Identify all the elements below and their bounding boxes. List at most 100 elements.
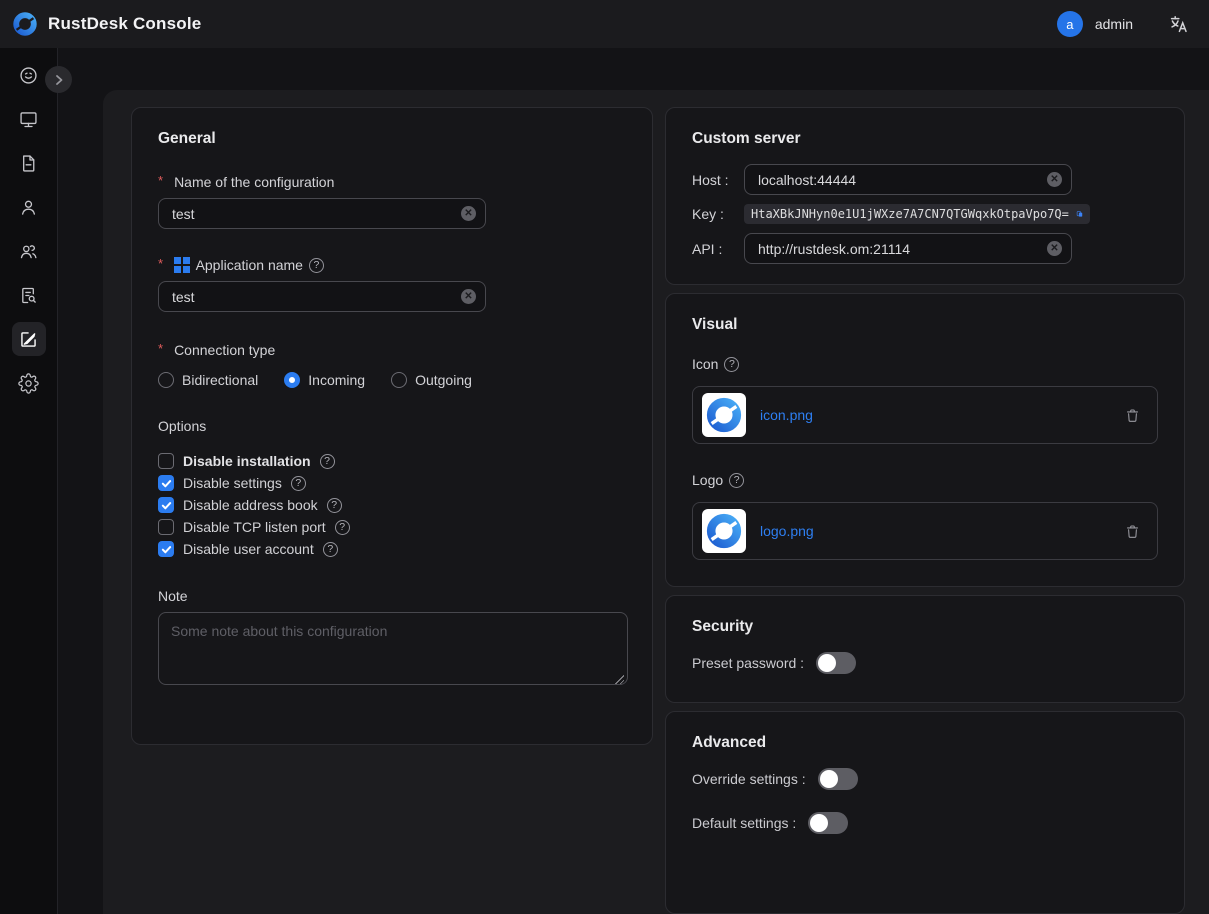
trash-icon bbox=[1124, 523, 1141, 540]
custom-server-title: Custom server bbox=[692, 130, 1158, 148]
avatar[interactable]: a bbox=[1057, 11, 1083, 37]
translate-icon bbox=[1169, 14, 1189, 34]
app-title: RustDesk Console bbox=[48, 14, 201, 34]
username[interactable]: admin bbox=[1095, 16, 1133, 32]
option-disable-tcp-listen-port[interactable]: Disable TCP listen port ? bbox=[158, 516, 626, 538]
checkbox-icon[interactable] bbox=[158, 541, 174, 557]
gear-icon bbox=[18, 373, 39, 394]
override-settings-label: Override settings : bbox=[692, 771, 806, 787]
help-icon[interactable]: ? bbox=[309, 258, 324, 273]
options-list: Disable installation ? Disable settings … bbox=[158, 450, 626, 560]
visual-title: Visual bbox=[692, 316, 1158, 334]
rustdesk-logo-icon bbox=[12, 11, 38, 37]
help-icon[interactable]: ? bbox=[327, 498, 342, 513]
language-switch-button[interactable] bbox=[1169, 14, 1189, 34]
top-bar: RustDesk Console a admin bbox=[0, 0, 1209, 48]
general-title: General bbox=[158, 130, 626, 148]
api-row: API : ✕ bbox=[692, 233, 1158, 264]
api-label: API : bbox=[692, 241, 744, 257]
help-icon[interactable]: ? bbox=[724, 357, 739, 372]
security-title: Security bbox=[692, 618, 1158, 636]
server-key-value: HtaXBkJNHyn0e1U1jWXze7A7CN7QTGWqxkOtpaVp… bbox=[751, 207, 1069, 221]
icon-thumbnail bbox=[702, 393, 746, 437]
application-name-field[interactable] bbox=[172, 289, 455, 305]
radio-icon[interactable] bbox=[284, 372, 300, 388]
clear-icon[interactable]: ✕ bbox=[461, 289, 476, 304]
option-disable-installation[interactable]: Disable installation ? bbox=[158, 450, 626, 472]
radio-icon[interactable] bbox=[158, 372, 174, 388]
preset-password-toggle[interactable] bbox=[816, 652, 856, 674]
connection-type-label: Connection type bbox=[158, 342, 626, 358]
host-input[interactable]: ✕ bbox=[744, 164, 1072, 195]
sidebar-item-logs[interactable] bbox=[12, 278, 46, 312]
option-disable-address-book[interactable]: Disable address book ? bbox=[158, 494, 626, 516]
config-name-field[interactable] bbox=[172, 206, 455, 222]
sidebar-item-users[interactable] bbox=[12, 190, 46, 224]
options-label: Options bbox=[158, 418, 626, 434]
clear-icon[interactable]: ✕ bbox=[1047, 241, 1062, 256]
document-icon bbox=[18, 153, 39, 174]
checkbox-icon[interactable] bbox=[158, 453, 174, 469]
logo-file-link[interactable]: logo.png bbox=[760, 523, 814, 539]
api-input[interactable]: ✕ bbox=[744, 233, 1072, 264]
chevron-right-icon bbox=[53, 74, 65, 86]
note-textarea[interactable] bbox=[158, 612, 628, 685]
resize-handle-icon[interactable] bbox=[614, 674, 624, 684]
security-card: Security Preset password : bbox=[665, 595, 1185, 703]
help-icon[interactable]: ? bbox=[335, 520, 350, 535]
help-icon[interactable]: ? bbox=[729, 473, 744, 488]
override-settings-toggle[interactable] bbox=[818, 768, 858, 790]
icon-label: Icon ? bbox=[692, 356, 1158, 372]
config-name-label: Name of the configuration bbox=[158, 174, 626, 190]
smiley-icon bbox=[18, 65, 39, 86]
default-settings-toggle[interactable] bbox=[808, 812, 848, 834]
logo-thumbnail bbox=[702, 509, 746, 553]
help-icon[interactable]: ? bbox=[320, 454, 335, 469]
delete-logo-button[interactable] bbox=[1124, 523, 1141, 540]
radio-incoming[interactable]: Incoming bbox=[284, 372, 365, 388]
sidebar-item-audit[interactable] bbox=[12, 146, 46, 180]
config-name-input[interactable]: ✕ bbox=[158, 198, 486, 229]
checkbox-icon[interactable] bbox=[158, 519, 174, 535]
copy-icon[interactable] bbox=[1076, 207, 1083, 221]
checkbox-icon[interactable] bbox=[158, 475, 174, 491]
delete-icon-button[interactable] bbox=[1124, 407, 1141, 424]
icon-file-link[interactable]: icon.png bbox=[760, 407, 813, 423]
radio-bidirectional[interactable]: Bidirectional bbox=[158, 372, 258, 388]
option-disable-settings[interactable]: Disable settings ? bbox=[158, 472, 626, 494]
custom-server-card: Custom server Host : ✕ Key : HtaXBkJNHyn… bbox=[665, 107, 1185, 285]
clear-icon[interactable]: ✕ bbox=[461, 206, 476, 221]
option-disable-user-account[interactable]: Disable user account ? bbox=[158, 538, 626, 560]
sidebar-item-groups[interactable] bbox=[12, 234, 46, 268]
monitor-icon bbox=[18, 109, 39, 130]
help-icon[interactable]: ? bbox=[323, 542, 338, 557]
sidebar-item-dashboard[interactable] bbox=[12, 58, 46, 92]
sidebar-collapse-button[interactable] bbox=[45, 66, 72, 93]
radio-icon[interactable] bbox=[391, 372, 407, 388]
logo-upload-box: logo.png bbox=[692, 502, 1158, 560]
general-card: General Name of the configuration ✕ Appl… bbox=[131, 107, 653, 745]
clear-icon[interactable]: ✕ bbox=[1047, 172, 1062, 187]
key-row: Key : HtaXBkJNHyn0e1U1jWXze7A7CN7QTGWqxk… bbox=[692, 204, 1158, 224]
key-label: Key : bbox=[692, 206, 744, 222]
radio-outgoing[interactable]: Outgoing bbox=[391, 372, 472, 388]
advanced-title: Advanced bbox=[692, 734, 1158, 752]
api-field[interactable] bbox=[758, 241, 1041, 257]
document-search-icon bbox=[18, 285, 39, 306]
note-label: Note bbox=[158, 588, 626, 604]
sidebar-item-custom-clients[interactable] bbox=[12, 322, 46, 356]
checkbox-icon[interactable] bbox=[158, 497, 174, 513]
visual-card: Visual Icon ? icon.png bbox=[665, 293, 1185, 587]
icon-upload-box: icon.png bbox=[692, 386, 1158, 444]
server-key-chip: HtaXBkJNHyn0e1U1jWXze7A7CN7QTGWqxkOtpaVp… bbox=[744, 204, 1090, 224]
application-name-input[interactable]: ✕ bbox=[158, 281, 486, 312]
host-field[interactable] bbox=[758, 172, 1041, 188]
content-wrapper: General Name of the configuration ✕ Appl… bbox=[103, 90, 1209, 914]
user-icon bbox=[18, 197, 39, 218]
override-settings-row: Override settings : bbox=[692, 768, 1158, 790]
sidebar-item-settings[interactable] bbox=[12, 366, 46, 400]
sidebar bbox=[0, 48, 58, 914]
application-name-label: Application name ? bbox=[158, 257, 626, 273]
sidebar-item-devices[interactable] bbox=[12, 102, 46, 136]
help-icon[interactable]: ? bbox=[291, 476, 306, 491]
